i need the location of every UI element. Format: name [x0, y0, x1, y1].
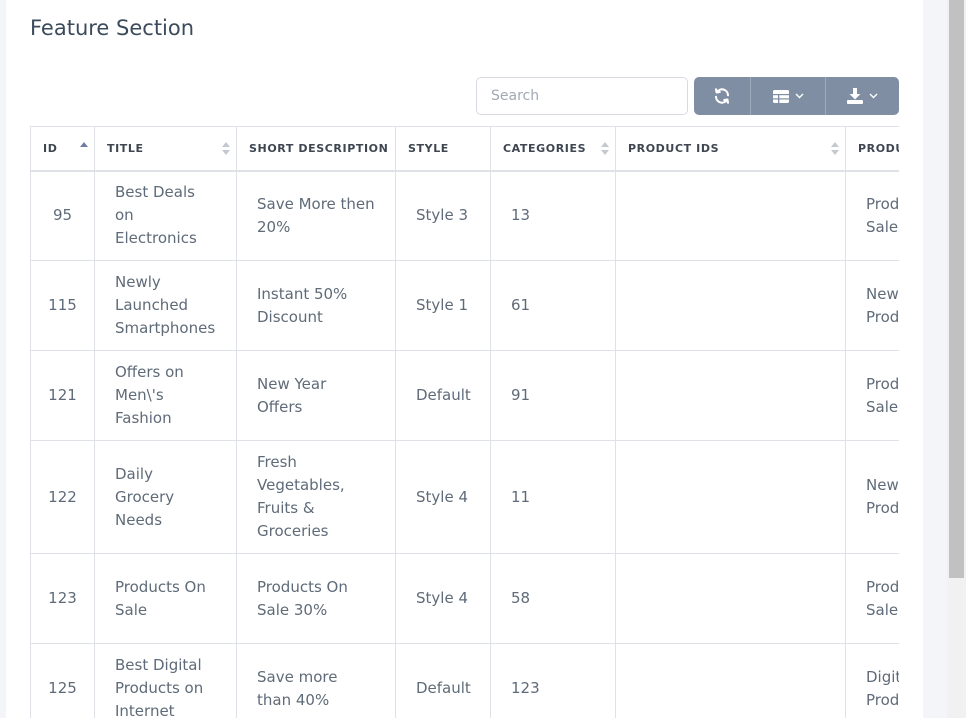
table-row: 121 Offers on Men\'s Fashion New Year Of…	[30, 350, 899, 441]
table-row: 95 Best Deals on Electronics Save More t…	[30, 170, 899, 261]
download-icon	[846, 88, 863, 104]
cell-product-type: New Prod	[845, 260, 899, 351]
column-header-product-type[interactable]: PRODU	[845, 126, 899, 172]
cell-categories: 61	[490, 260, 616, 351]
cell-id: 121	[30, 350, 95, 441]
cell-id: 123	[30, 553, 95, 644]
cell-product-type: Prod Sale	[845, 553, 899, 644]
column-header-product-ids[interactable]: PRODUCT IDS	[615, 126, 846, 172]
cell-title: Best Deals on Electronics	[94, 170, 237, 261]
table-row: 122 Daily Grocery Needs Fresh Vegetables…	[30, 440, 899, 554]
page-title: Feature Section	[30, 16, 195, 40]
table-toolbar	[694, 77, 899, 115]
cell-style: Style 3	[395, 170, 491, 261]
sort-icon	[831, 142, 839, 156]
refresh-button[interactable]	[694, 77, 750, 115]
cell-categories: 123	[490, 643, 616, 718]
feature-section-card: Feature Section Search ID TITLE SHORT DE…	[6, 0, 923, 718]
sort-icon	[601, 142, 609, 156]
sort-icon	[222, 142, 230, 156]
cell-short-description: Instant 50% Discount	[236, 260, 396, 351]
cell-title: Daily Grocery Needs	[94, 440, 237, 554]
cell-product-ids	[615, 170, 846, 261]
cell-style: Default	[395, 643, 491, 718]
cell-short-description: Products On Sale 30%	[236, 553, 396, 644]
cell-product-ids	[615, 440, 846, 554]
cell-short-description: New Year Offers	[236, 350, 396, 441]
cell-style: Style 4	[395, 440, 491, 554]
data-table: ID TITLE SHORT DESCRIPTION STYLE CATEGOR…	[30, 126, 899, 718]
cell-product-type: Digit Prod	[845, 643, 899, 718]
cell-title: Offers on Men\'s Fashion	[94, 350, 237, 441]
cell-title: Products On Sale	[94, 553, 237, 644]
columns-icon	[772, 89, 789, 103]
cell-title: Best Digital Products on Internet	[94, 643, 237, 718]
cell-categories: 58	[490, 553, 616, 644]
cell-product-type: Prod Sale	[845, 170, 899, 261]
cell-product-ids	[615, 350, 846, 441]
chevron-down-icon	[795, 93, 804, 99]
column-header-style: STYLE	[395, 126, 491, 172]
cell-title: Newly Launched Smartphones	[94, 260, 237, 351]
cell-product-ids	[615, 643, 846, 718]
table-row: 123 Products On Sale Products On Sale 30…	[30, 553, 899, 644]
cell-id: 122	[30, 440, 95, 554]
cell-style: Style 1	[395, 260, 491, 351]
cell-short-description: Save More then 20%	[236, 170, 396, 261]
cell-product-type: Prod Sale	[845, 350, 899, 441]
search-input[interactable]	[476, 77, 688, 115]
cell-categories: 11	[490, 440, 616, 554]
column-header-categories[interactable]: CATEGORIES	[490, 126, 616, 172]
cell-short-description: Fresh Vegetables, Fruits & Groceries	[236, 440, 396, 554]
cell-style: Style 4	[395, 553, 491, 644]
column-header-id[interactable]: ID	[30, 126, 95, 172]
cell-product-type: New Prod	[845, 440, 899, 554]
table-row: 125 Best Digital Products on Internet Sa…	[30, 643, 899, 718]
cell-product-ids	[615, 260, 846, 351]
columns-toggle-button[interactable]	[750, 77, 824, 115]
column-header-short-description: SHORT DESCRIPTION	[236, 126, 396, 172]
export-button[interactable]	[824, 77, 899, 115]
table-row: 115 Newly Launched Smartphones Instant 5…	[30, 260, 899, 351]
scrollbar-thumb[interactable]	[949, 0, 964, 578]
cell-id: 125	[30, 643, 95, 718]
table-header-row: ID TITLE SHORT DESCRIPTION STYLE CATEGOR…	[30, 126, 899, 172]
column-header-title[interactable]: TITLE	[94, 126, 237, 172]
cell-id: 95	[30, 170, 95, 261]
cell-categories: 13	[490, 170, 616, 261]
cell-product-ids	[615, 553, 846, 644]
cell-style: Default	[395, 350, 491, 441]
cell-short-description: Save more than 40%	[236, 643, 396, 718]
sort-asc-icon	[80, 142, 88, 156]
refresh-icon	[713, 87, 731, 105]
cell-id: 115	[30, 260, 95, 351]
cell-categories: 91	[490, 350, 616, 441]
chevron-down-icon	[869, 93, 878, 99]
